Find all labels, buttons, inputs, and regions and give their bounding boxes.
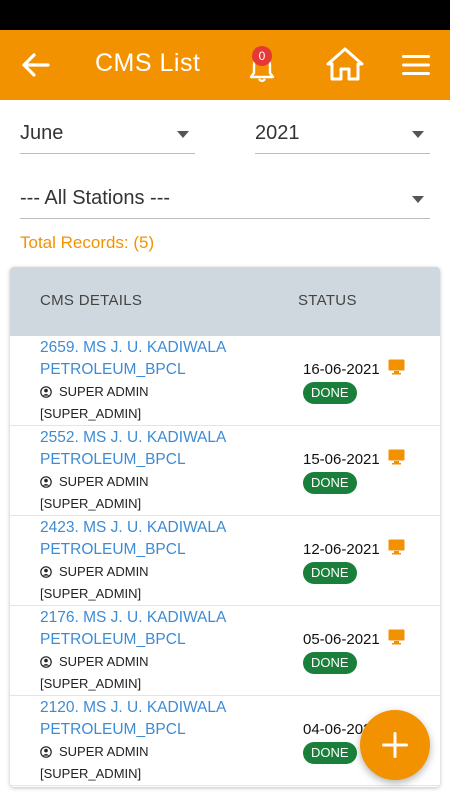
cms-station-link[interactable]: PETROLEUM_BPCL — [40, 721, 186, 739]
user-role-code: [SUPER_ADMIN] — [40, 586, 142, 601]
user-role-code: [SUPER_ADMIN] — [40, 676, 142, 691]
notification-count-badge: 0 — [252, 46, 272, 66]
user-role: SUPER ADMIN — [59, 654, 149, 669]
dropdown-arrow-icon — [412, 131, 424, 138]
back-arrow-icon[interactable] — [18, 47, 54, 83]
app-bar: CMS List 0 — [0, 30, 450, 100]
table-header: CMS DETAILS STATUS — [10, 267, 440, 336]
cms-name-link[interactable]: 2552. MS J. U. KADIWALA — [40, 429, 226, 447]
cms-date: 05-06-2021 — [303, 631, 380, 648]
status-bar — [0, 0, 450, 30]
monitor-icon[interactable] — [388, 449, 405, 465]
status-badge: DONE — [303, 472, 357, 494]
table-row[interactable]: 2552. MS J. U. KADIWALA PETROLEUM_BPCL S… — [10, 426, 440, 516]
user-icon — [40, 476, 52, 488]
month-dropdown[interactable]: June — [20, 114, 195, 154]
table-row[interactable]: 2423. MS J. U. KADIWALA PETROLEUM_BPCL S… — [10, 516, 440, 606]
station-dropdown[interactable]: --- All Stations --- — [20, 179, 430, 219]
cms-station-link[interactable]: PETROLEUM_BPCL — [40, 541, 186, 559]
user-icon — [40, 386, 52, 398]
add-cms-button[interactable] — [360, 710, 430, 780]
column-header-status: STATUS — [298, 292, 357, 309]
user-role-code: [SUPER_ADMIN] — [40, 406, 142, 421]
page-title: CMS List — [95, 49, 201, 77]
user-icon — [40, 656, 52, 668]
cms-date: 16-06-2021 — [303, 361, 380, 378]
dropdown-arrow-icon — [412, 196, 424, 203]
user-role: SUPER ADMIN — [59, 744, 149, 759]
status-badge: DONE — [303, 382, 357, 404]
cms-table: CMS DETAILS STATUS 2659. MS J. U. KADIWA… — [10, 267, 440, 787]
status-badge: DONE — [303, 742, 357, 764]
user-role: SUPER ADMIN — [59, 564, 149, 579]
monitor-icon[interactable] — [388, 539, 405, 555]
user-icon — [40, 746, 52, 758]
year-selected-value: 2021 — [255, 122, 300, 144]
cms-station-link[interactable]: PETROLEUM_BPCL — [40, 451, 186, 469]
user-icon — [40, 566, 52, 578]
user-role: SUPER ADMIN — [59, 384, 149, 399]
user-role-code: [SUPER_ADMIN] — [40, 766, 142, 781]
cms-name-link[interactable]: 2120. MS J. U. KADIWALA — [40, 699, 226, 717]
table-row[interactable]: 2659. MS J. U. KADIWALA PETROLEUM_BPCL S… — [10, 336, 440, 426]
cms-name-link[interactable]: 2176. MS J. U. KADIWALA — [40, 609, 226, 627]
month-selected-value: June — [20, 122, 64, 144]
total-records-label: Total Records: (5) — [20, 233, 155, 252]
status-badge: DONE — [303, 562, 357, 584]
cms-station-link[interactable]: PETROLEUM_BPCL — [40, 361, 186, 379]
table-row[interactable]: 2176. MS J. U. KADIWALA PETROLEUM_BPCL S… — [10, 606, 440, 696]
status-badge: DONE — [303, 652, 357, 674]
cms-date: 15-06-2021 — [303, 451, 380, 468]
cms-date: 12-06-2021 — [303, 541, 380, 558]
home-icon[interactable] — [326, 47, 364, 81]
cms-name-link[interactable]: 2423. MS J. U. KADIWALA — [40, 519, 226, 537]
plus-icon — [382, 732, 408, 758]
user-role-code: [SUPER_ADMIN] — [40, 496, 142, 511]
monitor-icon[interactable] — [388, 629, 405, 645]
year-dropdown[interactable]: 2021 — [255, 114, 430, 154]
monitor-icon[interactable] — [388, 359, 405, 375]
cms-name-link[interactable]: 2659. MS J. U. KADIWALA — [40, 339, 226, 357]
hamburger-menu-icon[interactable] — [402, 54, 430, 76]
cms-station-link[interactable]: PETROLEUM_BPCL — [40, 631, 186, 649]
user-role: SUPER ADMIN — [59, 474, 149, 489]
dropdown-arrow-icon — [177, 131, 189, 138]
station-selected-value: --- All Stations --- — [20, 187, 171, 209]
column-header-cms-details: CMS DETAILS — [40, 292, 143, 309]
